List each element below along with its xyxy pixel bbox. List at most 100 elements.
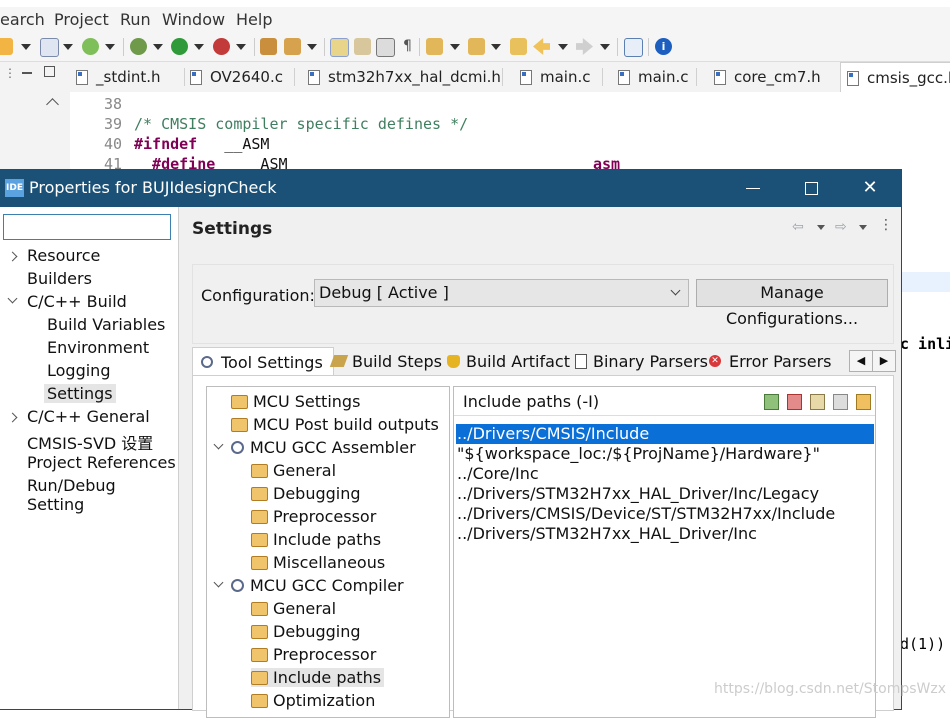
dropdown-arrow-icon[interactable] bbox=[600, 44, 610, 50]
include-path-row[interactable]: "${workspace_loc:/${ProjName}/Hardware}" bbox=[456, 444, 874, 464]
nav-item-environment[interactable]: Environment bbox=[47, 338, 149, 357]
include-path-row[interactable]: ../Drivers/STM32H7xx_HAL_Driver/Inc bbox=[456, 524, 874, 544]
tree-item-selected[interactable]: Include paths bbox=[251, 668, 385, 687]
tree-item[interactable]: MCU GCC Compiler bbox=[231, 576, 404, 595]
dropdown-arrow-icon[interactable] bbox=[194, 44, 204, 50]
tree-item[interactable]: Preprocessor bbox=[251, 507, 376, 526]
chevron-down-icon[interactable] bbox=[7, 293, 18, 304]
editor-tab[interactable]: core_cm7.h bbox=[714, 62, 821, 92]
chevron-down-icon[interactable] bbox=[213, 577, 224, 588]
delete-path-icon[interactable] bbox=[787, 394, 802, 410]
chevron-down-icon[interactable] bbox=[213, 439, 224, 450]
nav-item-cpp-general[interactable]: C/C++ General bbox=[27, 407, 150, 426]
back-arrow-icon[interactable]: ⇦ bbox=[792, 219, 804, 235]
editor-tab-active[interactable]: cmsis_gcc.h bbox=[840, 62, 950, 93]
last-edit-icon[interactable] bbox=[510, 38, 527, 55]
menu-run[interactable]: Run bbox=[120, 10, 151, 29]
tabs-scroll-left-button[interactable]: ◀ bbox=[849, 350, 873, 372]
nav-item-build-variables[interactable]: Build Variables bbox=[47, 315, 165, 334]
tree-item[interactable]: MCU GCC Assembler bbox=[231, 438, 416, 457]
dropdown-arrow-icon[interactable] bbox=[105, 44, 115, 50]
chevron-right-icon[interactable] bbox=[7, 412, 18, 423]
minimize-window-button[interactable] bbox=[739, 175, 767, 201]
tab-error-parsers[interactable]: ✕ Error Parsers bbox=[709, 347, 832, 375]
build-icon[interactable] bbox=[0, 38, 13, 55]
dialog-titlebar[interactable]: IDE Properties for BUJIdesignCheck ✕ bbox=[0, 170, 901, 207]
editor-tab[interactable]: stm32h7xx_hal_dcmi.h bbox=[308, 62, 501, 92]
menu-search[interactable]: earch bbox=[0, 10, 45, 29]
tree-item[interactable]: Preprocessor bbox=[251, 645, 376, 664]
external-tools-icon[interactable] bbox=[213, 38, 230, 55]
forward-arrow-icon[interactable] bbox=[576, 38, 593, 55]
editor-tab[interactable]: _stdint.h bbox=[76, 62, 161, 92]
include-path-row[interactable]: ../Drivers/STM32H7xx_HAL_Driver/Inc/Lega… bbox=[456, 484, 874, 504]
add-path-icon[interactable] bbox=[764, 394, 779, 410]
forward-arrow-icon[interactable]: ⇨ bbox=[835, 219, 847, 235]
tool-icon[interactable] bbox=[284, 38, 301, 55]
move-down-icon[interactable] bbox=[856, 394, 871, 410]
run-icon[interactable] bbox=[171, 38, 188, 55]
include-path-row[interactable]: ../Core/Inc bbox=[456, 464, 874, 484]
dropdown-arrow-icon[interactable] bbox=[307, 44, 317, 50]
chevron-down-icon[interactable] bbox=[859, 225, 867, 230]
tree-item[interactable]: Debugging bbox=[251, 484, 361, 503]
tab-build-artifact[interactable]: Build Artifact bbox=[447, 347, 570, 375]
highlight-icon[interactable] bbox=[330, 38, 349, 57]
include-path-row-selected[interactable]: ../Drivers/CMSIS/Include bbox=[456, 424, 874, 444]
edit-path-icon[interactable] bbox=[810, 394, 825, 410]
dropdown-arrow-icon[interactable] bbox=[558, 44, 568, 50]
open-type-icon[interactable] bbox=[260, 38, 277, 55]
filter-input[interactable] bbox=[3, 214, 171, 240]
editor-tab[interactable]: main.c bbox=[618, 62, 689, 92]
scroll-up-icon[interactable] bbox=[46, 98, 59, 111]
editor-tab[interactable]: OV2640.c bbox=[190, 62, 283, 92]
dropdown-arrow-icon[interactable] bbox=[450, 44, 460, 50]
nav-item-logging[interactable]: Logging bbox=[47, 361, 110, 380]
info-icon[interactable]: i bbox=[655, 38, 672, 55]
tab-build-steps[interactable]: Build Steps bbox=[329, 347, 442, 375]
tabs-scroll-right-button[interactable]: ▶ bbox=[872, 350, 896, 372]
close-window-button[interactable]: ✕ bbox=[856, 175, 884, 201]
new-file-icon[interactable] bbox=[40, 38, 59, 57]
nav-item-resource[interactable]: Resource bbox=[27, 246, 100, 265]
refresh-icon[interactable] bbox=[82, 38, 99, 55]
tool-options-tree[interactable]: MCU Settings MCU Post build outputs MCU … bbox=[206, 386, 450, 718]
dropdown-arrow-icon[interactable] bbox=[491, 44, 501, 50]
view-menu-icon[interactable]: ⋮ bbox=[879, 217, 893, 233]
nav-item-run-debug-settings[interactable]: Run/Debug Setting bbox=[27, 476, 178, 514]
tree-item[interactable]: General bbox=[251, 461, 336, 480]
debug-bug-icon[interactable] bbox=[130, 38, 147, 55]
dropdown-arrow-icon[interactable] bbox=[236, 44, 246, 50]
chevron-down-icon[interactable] bbox=[817, 225, 825, 230]
minimize-icon[interactable] bbox=[22, 72, 32, 74]
block-select-icon[interactable] bbox=[376, 38, 395, 57]
dropdown-arrow-icon[interactable] bbox=[21, 44, 31, 50]
dropdown-arrow-icon[interactable] bbox=[153, 44, 163, 50]
nav-item-settings[interactable]: Settings bbox=[44, 384, 116, 403]
mark-occurrences-icon[interactable] bbox=[354, 38, 371, 55]
view-menu-icon[interactable]: ⋮ bbox=[4, 66, 16, 80]
back-arrow-icon[interactable] bbox=[533, 38, 550, 55]
menu-window[interactable]: Window bbox=[162, 10, 225, 29]
next-annotation-icon[interactable] bbox=[426, 38, 443, 55]
tree-item[interactable]: General bbox=[251, 599, 336, 618]
manage-configurations-button[interactable]: Manage Configurations... bbox=[696, 279, 888, 328]
pilcrow-icon[interactable]: ¶ bbox=[399, 38, 416, 55]
tree-item[interactable]: Optimization bbox=[251, 691, 375, 710]
menu-help[interactable]: Help bbox=[236, 10, 272, 29]
tab-tool-settings[interactable]: Tool Settings bbox=[192, 347, 334, 376]
chevron-right-icon[interactable] bbox=[7, 251, 18, 262]
nav-item-builders[interactable]: Builders bbox=[27, 269, 92, 288]
tree-item[interactable]: MCU Settings bbox=[231, 392, 360, 411]
tree-item[interactable]: MCU Post build outputs bbox=[231, 415, 439, 434]
configuration-select[interactable]: Debug [ Active ] bbox=[314, 279, 689, 307]
tree-item[interactable]: Miscellaneous bbox=[251, 553, 385, 572]
tab-binary-parsers[interactable]: Binary Parsers bbox=[575, 347, 708, 375]
move-up-icon[interactable] bbox=[833, 394, 848, 410]
tree-item[interactable]: Include paths bbox=[251, 530, 381, 549]
nav-item-cpp-build[interactable]: C/C++ Build bbox=[27, 292, 127, 311]
nav-item-project-references[interactable]: Project References bbox=[27, 453, 176, 472]
dropdown-arrow-icon[interactable] bbox=[63, 44, 73, 50]
menu-project[interactable]: Project bbox=[54, 10, 109, 29]
open-perspective-icon[interactable] bbox=[624, 38, 643, 57]
